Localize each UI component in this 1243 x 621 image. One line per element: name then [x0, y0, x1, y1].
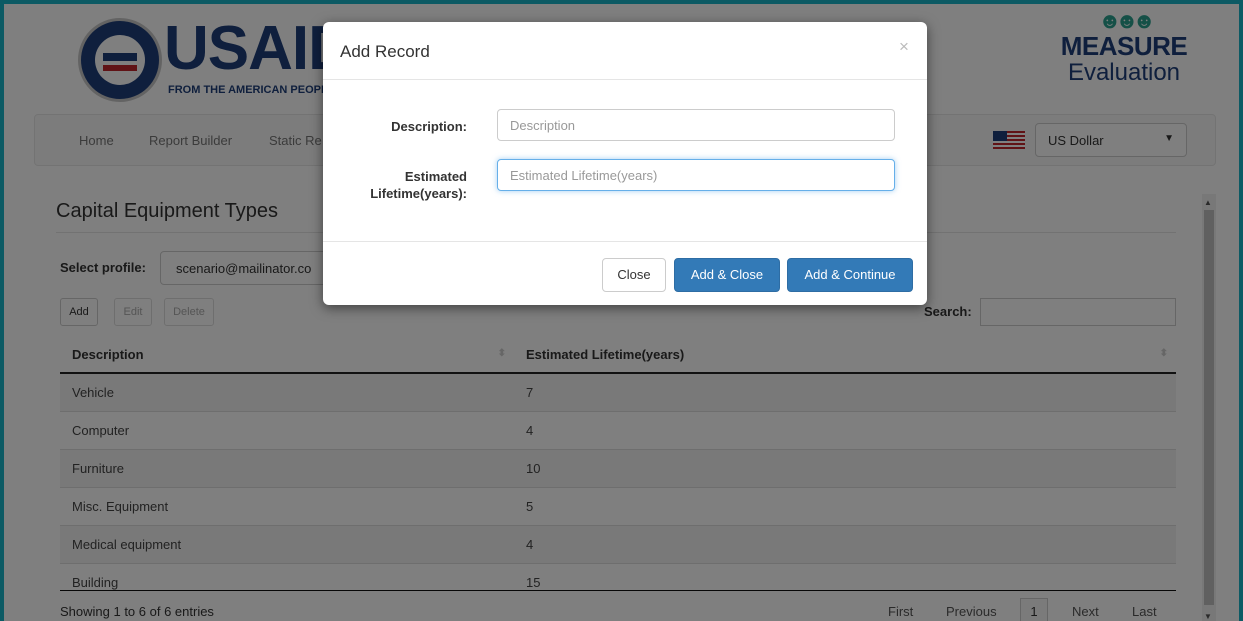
add-record-dialog: Add Record × Description: Estimated Life…: [323, 22, 927, 305]
close-button[interactable]: Close: [602, 258, 666, 292]
close-icon[interactable]: ×: [899, 37, 909, 57]
divider: [323, 79, 927, 80]
lifetime-label: Estimated Lifetime(years):: [370, 169, 467, 201]
divider: [323, 241, 927, 242]
dialog-title: Add Record: [340, 42, 430, 61]
add-continue-button[interactable]: Add & Continue: [787, 258, 913, 292]
description-label: Description:: [391, 119, 467, 134]
description-input[interactable]: [497, 109, 895, 141]
lifetime-input[interactable]: [497, 159, 895, 191]
add-close-button[interactable]: Add & Close: [674, 258, 780, 292]
